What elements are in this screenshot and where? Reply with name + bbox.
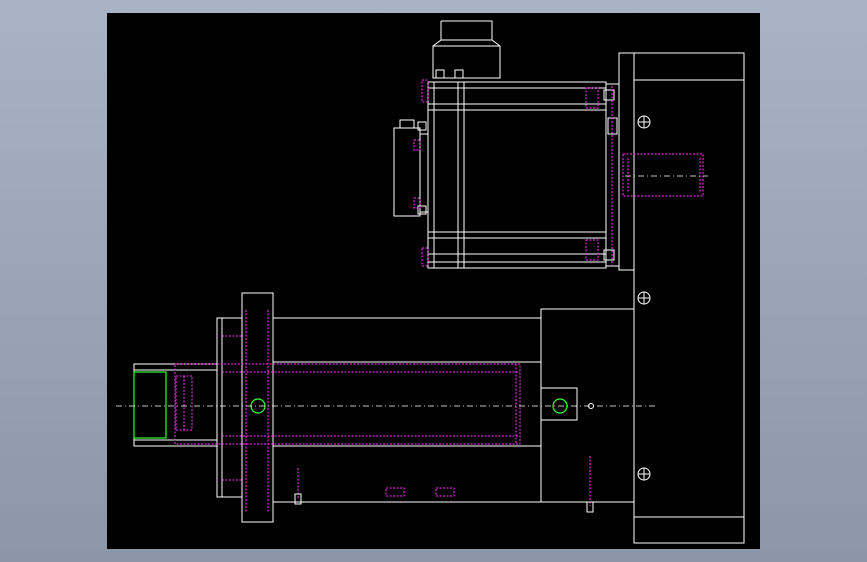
bolt-symbol-top <box>637 115 651 129</box>
bolt-symbol-bottom <box>637 467 651 481</box>
cad-viewport[interactable] <box>0 0 867 562</box>
drawing-sheet[interactable] <box>0 0 867 562</box>
bolt-symbol-middle <box>637 291 651 305</box>
